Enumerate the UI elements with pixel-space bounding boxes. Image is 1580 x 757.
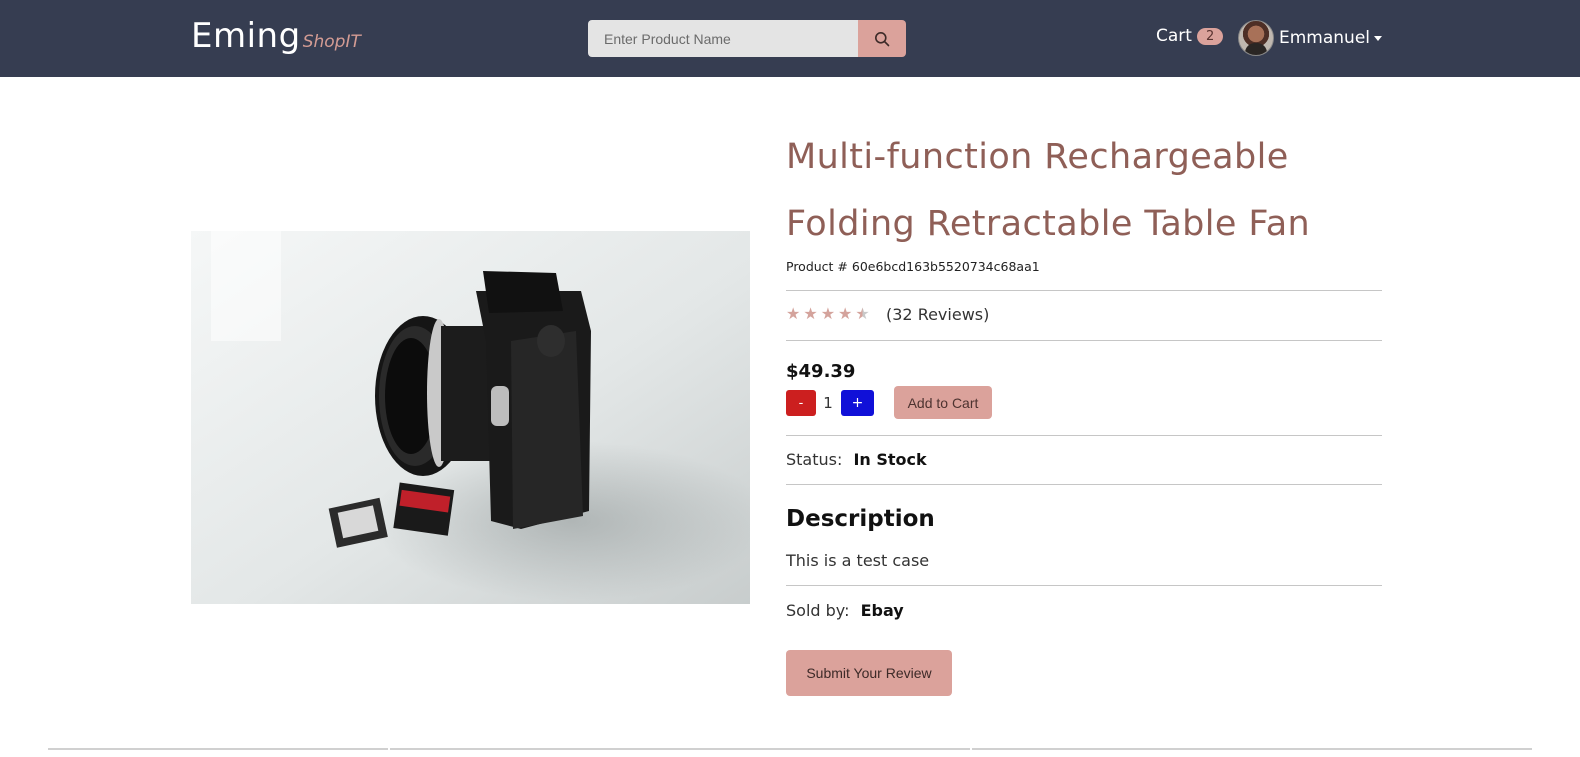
search-input[interactable] — [588, 20, 858, 57]
status-label: Status: — [786, 450, 843, 469]
reviews-count: (32 Reviews) — [886, 305, 990, 324]
product-price: $49.39 — [786, 361, 856, 382]
bottom-divider — [390, 748, 970, 750]
product-title: Multi-function Rechargeable Folding Retr… — [786, 137, 1311, 244]
search-bar — [588, 20, 906, 57]
seller-info: Sold by: Ebay — [786, 601, 904, 620]
divider — [786, 435, 1382, 436]
cart-link[interactable]: Cart 2 — [1156, 26, 1224, 46]
cart-label: Cart — [1156, 26, 1192, 46]
decrease-quantity-button[interactable]: - — [786, 390, 816, 416]
product-image — [191, 231, 750, 604]
divider — [786, 290, 1382, 291]
quantity-value[interactable]: 1 — [818, 394, 838, 412]
search-icon — [875, 31, 890, 46]
divider — [786, 340, 1382, 341]
brand-sub: ShopIT — [302, 32, 361, 52]
bottom-divider — [972, 748, 1532, 750]
user-name: Emmanuel — [1279, 28, 1371, 48]
brand-logo[interactable]: Eming ShopIT — [191, 16, 361, 56]
divider — [786, 585, 1382, 586]
star-icon: ★ — [786, 304, 801, 323]
description-heading: Description — [786, 506, 935, 532]
star-icon: ★ — [803, 304, 818, 323]
product-id: Product # 60e6bcd163b5520734c68aa1 — [786, 259, 1040, 274]
search-button[interactable] — [858, 20, 906, 57]
navbar: EmingShopIT Cart2 Emmanuel — [0, 0, 1580, 77]
status-value: In Stock — [853, 450, 927, 469]
caret-down-icon — [1374, 35, 1383, 41]
star-icon: ★ — [838, 304, 853, 323]
divider — [786, 484, 1382, 485]
star-icon: ★ — [820, 304, 836, 323]
avatar — [1238, 20, 1274, 56]
brand-main: Eming — [191, 16, 301, 56]
sold-by-label: Sold by: — [786, 601, 850, 620]
user-menu[interactable]: Emmanuel — [1238, 20, 1383, 56]
submit-review-button[interactable]: Submit Your Review — [786, 650, 952, 696]
rating-stars: ★ ★ ★ ★ ★ — [786, 304, 873, 323]
stock-status: Status: In Stock — [786, 450, 927, 469]
increase-quantity-button[interactable]: + — [841, 390, 874, 416]
camera-image — [191, 231, 750, 604]
cart-count-badge: 2 — [1196, 28, 1224, 45]
sold-by-value: Ebay — [860, 601, 904, 620]
description-text: This is a test case — [786, 551, 930, 570]
add-to-cart-button[interactable]: Add to Cart — [894, 386, 992, 419]
bottom-divider — [48, 748, 388, 750]
star-half-icon: ★ — [855, 304, 870, 323]
